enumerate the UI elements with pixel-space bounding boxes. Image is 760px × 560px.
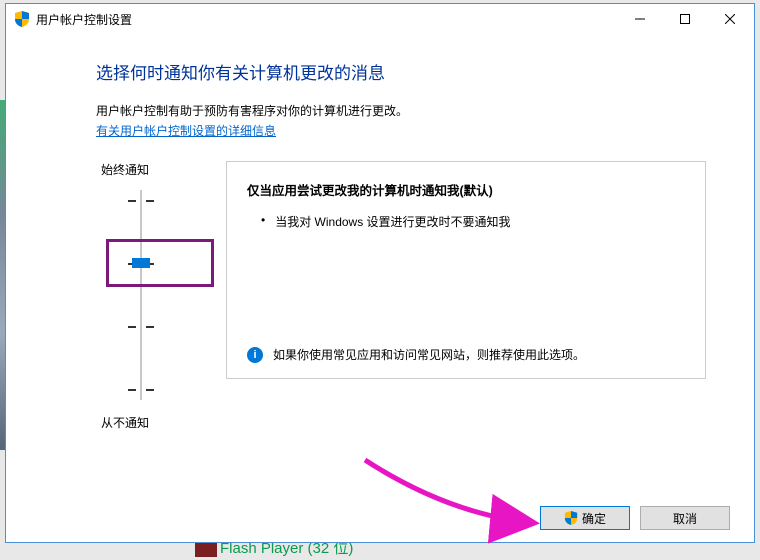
- minimize-button[interactable]: [617, 5, 662, 33]
- cancel-button[interactable]: 取消: [640, 506, 730, 530]
- info-bullet: 当我对 Windows 设置进行更改时不要通知我: [261, 213, 685, 230]
- minimize-icon: [635, 14, 645, 24]
- cancel-button-label: 取消: [673, 510, 697, 527]
- info-panel: 仅当应用尝试更改我的计算机时通知我(默认) 当我对 Windows 设置进行更改…: [226, 161, 706, 379]
- uac-settings-window: 用户帐户控制设置 选择何时通知你有关计算机更改的消息 用户帐户控制有助于预防有害…: [5, 3, 755, 543]
- maximize-button[interactable]: [662, 5, 707, 33]
- close-icon: [725, 14, 735, 24]
- close-button[interactable]: [707, 5, 752, 33]
- info-recommendation: 如果你使用常见应用和访问常见网站，则推荐使用此选项。: [273, 346, 585, 364]
- slider-label-top: 始终通知: [101, 161, 226, 178]
- annotation-highlight: [106, 239, 214, 287]
- info-icon: i: [247, 347, 263, 363]
- slider-tick: [128, 200, 154, 202]
- ok-button-label: 确定: [582, 510, 606, 527]
- info-title: 仅当应用尝试更改我的计算机时通知我(默认): [247, 180, 685, 199]
- help-link[interactable]: 有关用户帐户控制设置的详细信息: [96, 122, 276, 139]
- window-title: 用户帐户控制设置: [36, 11, 617, 28]
- slider-track-line: [140, 190, 142, 400]
- ok-button[interactable]: 确定: [540, 506, 630, 530]
- uac-slider[interactable]: [106, 190, 176, 400]
- slider-thumb[interactable]: [132, 258, 150, 268]
- slider-tick: [128, 389, 154, 391]
- slider-label-bottom: 从不通知: [101, 414, 226, 431]
- maximize-icon: [680, 14, 690, 24]
- uac-shield-icon: [564, 511, 578, 525]
- uac-shield-icon: [14, 11, 30, 27]
- page-heading: 选择何时通知你有关计算机更改的消息: [96, 59, 706, 84]
- slider-tick: [128, 326, 154, 328]
- titlebar: 用户帐户控制设置: [6, 4, 754, 34]
- page-description: 用户帐户控制有助于预防有害程序对你的计算机进行更改。: [96, 102, 706, 119]
